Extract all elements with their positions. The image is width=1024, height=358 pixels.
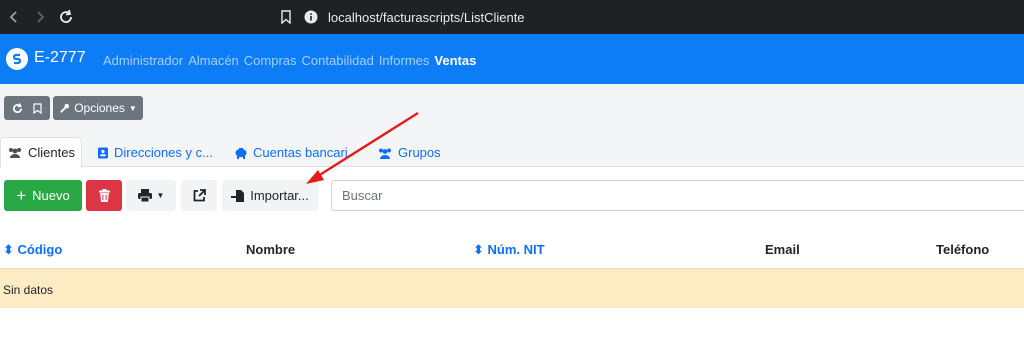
menu-item-informes[interactable]: Informes — [379, 53, 430, 68]
company-name[interactable]: E-2777 — [34, 49, 86, 67]
empty-message: Sin datos — [3, 283, 54, 297]
tab-clientes[interactable]: Clientes — [0, 137, 82, 168]
reload-icon[interactable] — [56, 7, 76, 27]
column-codigo[interactable]: ⬍ Código — [3, 242, 62, 258]
import-button[interactable]: Importar... — [222, 180, 318, 211]
sort-icon: ⬍ — [3, 242, 14, 257]
bookmark-icon[interactable] — [280, 10, 292, 24]
external-link-icon — [193, 189, 206, 202]
back-icon[interactable] — [4, 7, 24, 27]
print-button[interactable]: ▼ — [126, 180, 176, 211]
tab-cuentas-bancarias[interactable]: Cuentas bancari — [234, 137, 348, 168]
options-label: Opciones — [74, 101, 125, 115]
list-tabs: Clientes Direcciones y c... Cuentas banc… — [0, 137, 1024, 168]
main-menu: Administrador Almacén Compras Contabilid… — [103, 53, 481, 68]
piggy-bank-icon — [234, 147, 248, 159]
users-group-icon — [377, 147, 393, 159]
column-nombre[interactable]: Nombre — [246, 242, 295, 257]
address-bar[interactable]: localhost/facturascripts/ListCliente — [280, 6, 1024, 28]
search-input[interactable] — [331, 180, 1024, 211]
forward-icon[interactable] — [30, 7, 50, 27]
column-label: Núm. NIT — [487, 242, 545, 257]
bookmark-icon[interactable] — [33, 102, 42, 114]
export-button[interactable] — [181, 180, 217, 211]
menu-item-ventas[interactable]: Ventas — [434, 53, 476, 68]
plus-icon: + — [16, 186, 27, 205]
trash-icon — [98, 189, 110, 202]
column-telefono[interactable]: Teléfono — [936, 242, 989, 257]
caret-down-icon: ▼ — [156, 191, 165, 200]
new-button[interactable]: + Nuevo — [4, 180, 82, 211]
new-button-label: Nuevo — [32, 188, 70, 203]
column-email[interactable]: Email — [765, 242, 800, 257]
browser-toolbar: localhost/facturascripts/ListCliente — [0, 0, 1024, 34]
app-navbar: E-2777 Administrador Almacén Compras Con… — [0, 34, 1024, 84]
menu-item-contabilidad[interactable]: Contabilidad — [302, 53, 374, 68]
column-label: Nombre — [246, 242, 296, 257]
menu-item-compras[interactable]: Compras — [244, 53, 297, 68]
column-num-nit[interactable]: ⬍ Núm. NIT — [473, 242, 545, 258]
file-import-icon — [231, 189, 245, 203]
column-label: Teléfono — [936, 242, 990, 257]
site-info-icon[interactable] — [304, 10, 318, 24]
empty-table-row: Sin datos — [0, 268, 1024, 308]
page-actions: Opciones ▼ — [4, 96, 143, 120]
tab-grupos[interactable]: Grupos — [377, 137, 441, 168]
menu-item-administrador[interactable]: Administrador — [103, 53, 183, 68]
delete-button[interactable] — [86, 180, 122, 211]
print-icon — [137, 189, 152, 202]
tab-direcciones[interactable]: Direcciones y c... — [97, 137, 213, 168]
wrench-icon — [59, 103, 70, 114]
url-text: localhost/facturascripts/ListCliente — [328, 9, 525, 25]
tab-label: Direcciones y c... — [114, 145, 213, 160]
tab-label: Cuentas bancari — [253, 145, 348, 160]
tab-label: Grupos — [398, 145, 441, 160]
column-label: Email — [765, 242, 800, 257]
import-button-label: Importar... — [250, 188, 309, 203]
facturascripts-logo-icon[interactable] — [6, 48, 28, 70]
column-label: Código — [17, 242, 63, 257]
menu-item-almacen[interactable]: Almacén — [188, 53, 239, 68]
sort-icon: ⬍ — [473, 242, 484, 257]
options-button[interactable]: Opciones ▼ — [53, 96, 143, 120]
tab-label: Clientes — [28, 145, 75, 160]
caret-down-icon: ▼ — [128, 103, 137, 113]
refresh-icon[interactable] — [12, 102, 23, 114]
refresh-bookmark-button[interactable] — [4, 96, 50, 120]
address-card-icon — [97, 147, 109, 159]
users-icon — [7, 147, 23, 158]
